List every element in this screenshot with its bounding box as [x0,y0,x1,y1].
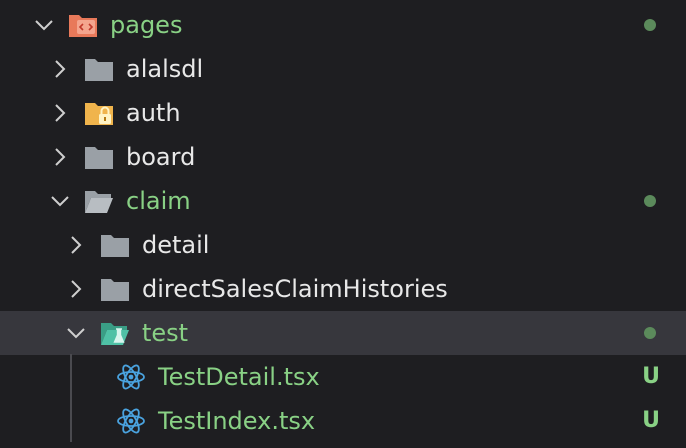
pages-folder-icon [68,12,98,38]
untracked-status-badge: U [642,408,660,433]
chevron-right-icon[interactable] [48,57,72,81]
modified-status-dot [644,195,656,207]
chevron-right-icon[interactable] [64,233,88,257]
chevron-down-icon[interactable] [32,13,56,37]
tree-item-label: board [126,143,196,171]
tree-item-claim[interactable]: claim [0,179,686,223]
tree-item-test[interactable]: test [0,311,686,355]
chevron-right-icon[interactable] [64,277,88,301]
file-explorer-tree: pages alalsdl auth board claim detail di… [0,0,686,448]
folder-open-icon [84,188,114,214]
tree-item-alalsdl[interactable]: alalsdl [0,47,686,91]
chevron-right-icon[interactable] [48,145,72,169]
tree-item-label: detail [142,231,210,259]
tree-item-label: claim [126,187,191,215]
folder-icon [84,144,114,170]
tree-item-testdetail-tsx[interactable]: TestDetail.tsx U [0,355,686,399]
tree-item-pages[interactable]: pages [0,3,686,47]
folder-icon [100,232,130,258]
folder-icon [84,56,114,82]
test-folder-open-icon [100,320,130,346]
tree-item-board[interactable]: board [0,135,686,179]
react-icon [116,408,146,434]
tree-item-testindex-tsx[interactable]: TestIndex.tsx U [0,399,686,443]
tree-item-directsalesclaimhistories[interactable]: directSalesClaimHistories [0,267,686,311]
tree-item-detail[interactable]: detail [0,223,686,267]
modified-status-dot [644,19,656,31]
chevron-down-icon[interactable] [64,321,88,345]
chevron-right-icon[interactable] [48,101,72,125]
modified-status-dot [644,327,656,339]
untracked-status-badge: U [642,364,660,389]
tree-item-label: pages [110,11,183,39]
tree-item-label: TestDetail.tsx [158,363,320,391]
chevron-down-icon[interactable] [48,189,72,213]
tree-item-label: test [142,319,189,347]
tree-item-label: directSalesClaimHistories [142,275,448,303]
folder-icon [100,276,130,302]
lock-folder-icon [84,100,114,126]
tree-item-label: auth [126,99,181,127]
react-icon [116,364,146,390]
tree-item-label: alalsdl [126,55,204,83]
tree-item-auth[interactable]: auth [0,91,686,135]
tree-item-label: TestIndex.tsx [158,407,316,435]
